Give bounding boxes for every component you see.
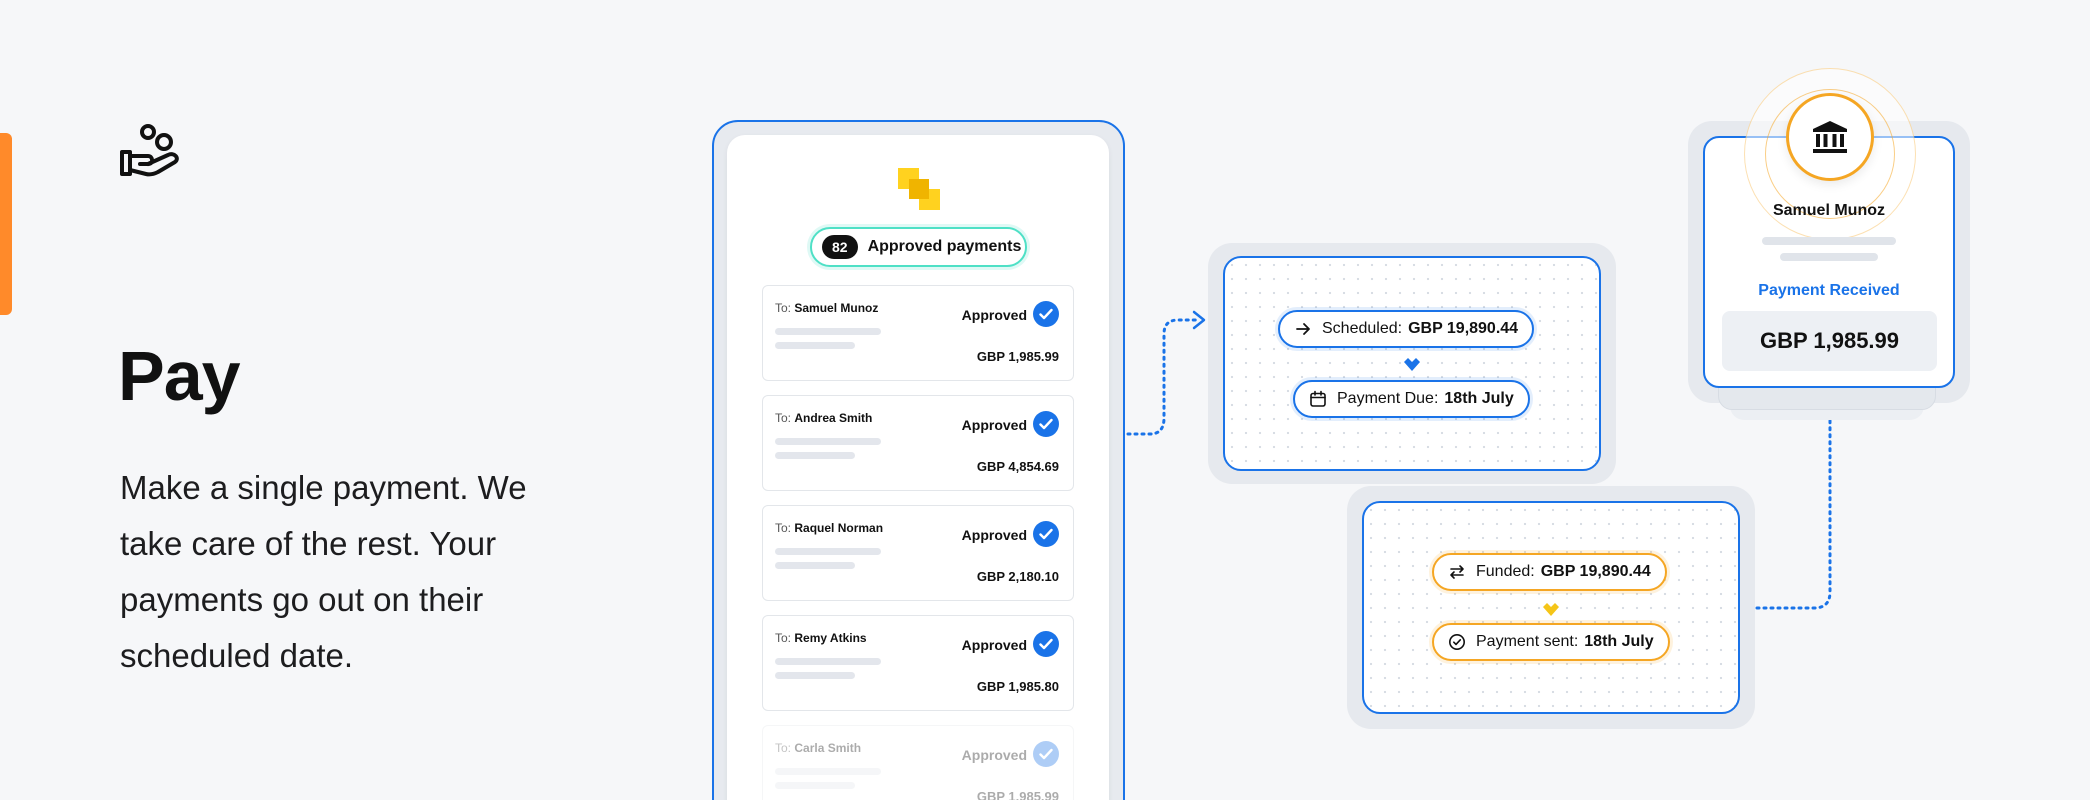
check-icon	[1033, 521, 1059, 547]
section-title: Pay	[118, 337, 241, 415]
funded-value: GBP 19,890.44	[1540, 563, 1651, 580]
bank-icon	[1813, 121, 1847, 153]
calendar-icon	[1310, 390, 1326, 407]
check-circle-icon	[1449, 634, 1465, 650]
recipient-name: Remy Atkins	[794, 631, 867, 645]
payment-recipient: To: Carla Smith	[775, 741, 861, 755]
receiver-name: Samuel Munoz	[1772, 202, 1885, 219]
payment-status: Approved	[961, 307, 1027, 323]
payment-sent-value: 18th July	[1584, 633, 1654, 650]
approved-count-badge: 82	[822, 235, 858, 259]
placeholder-line	[775, 658, 881, 665]
placeholder-line	[775, 452, 855, 459]
placeholder-line	[775, 768, 881, 775]
payment-status: Approved	[961, 637, 1027, 653]
approved-payments-label: Approved payments	[867, 238, 1022, 255]
payment-recipient: To: Samuel Munoz	[775, 301, 878, 315]
payment-card[interactable]: To: Andrea Smith Approved GBP 4,854.69	[762, 395, 1074, 491]
approved-payments-pill[interactable]: 82 Approved payments	[810, 227, 1027, 267]
funded-label: Funded:	[1476, 563, 1535, 580]
check-icon	[1033, 411, 1059, 437]
to-prefix: To:	[775, 411, 792, 425]
placeholder-line	[775, 438, 881, 445]
placeholder-line	[775, 342, 855, 349]
payment-sent-tag: Payment sent: 18th July	[1432, 623, 1670, 661]
placeholder-line	[775, 782, 855, 789]
placeholder-line	[1762, 237, 1896, 245]
check-icon	[1033, 631, 1059, 657]
swap-arrows-icon	[1450, 565, 1464, 579]
check-icon	[1033, 741, 1059, 767]
to-prefix: To:	[775, 521, 792, 535]
payment-status: Approved	[961, 527, 1027, 543]
payment-received-status: Payment Received	[1758, 282, 1900, 299]
check-icon	[1033, 301, 1059, 327]
recipient-name: Raquel Norman	[794, 521, 884, 535]
payment-card[interactable]: To: Raquel Norman Approved GBP 2,180.10	[762, 505, 1074, 601]
payment-card[interactable]: To: Carla Smith Approved GBP 1,985.99	[762, 725, 1074, 800]
payment-due-tag: Payment Due: 18th July	[1293, 380, 1530, 418]
payment-card[interactable]: To: Remy Atkins Approved GBP 1,985.80	[762, 615, 1074, 711]
heart-chevron-icon	[1404, 358, 1420, 371]
to-prefix: To:	[775, 741, 792, 755]
section-accent-bar	[0, 133, 12, 315]
scheduled-label: Scheduled:	[1322, 320, 1403, 337]
payment-sent-label: Payment sent:	[1476, 633, 1579, 650]
arrow-right-icon	[1296, 323, 1310, 335]
payment-amount: GBP 1,985.80	[976, 679, 1059, 694]
funded-tag: Funded: GBP 19,890.44	[1432, 553, 1667, 591]
payment-due-value: 18th July	[1444, 390, 1514, 407]
payment-status: Approved	[961, 417, 1027, 433]
payment-recipient: To: Andrea Smith	[775, 411, 872, 425]
payment-amount: GBP 4,854.69	[976, 459, 1059, 474]
placeholder-line	[775, 548, 881, 555]
recipient-name: Andrea Smith	[794, 411, 873, 425]
heart-chevron-icon	[1543, 603, 1559, 616]
recipient-name: Carla Smith	[794, 741, 862, 755]
to-prefix: To:	[775, 301, 792, 315]
payment-status: Approved	[961, 747, 1027, 763]
payment-card[interactable]: To: Samuel Munoz Approved GBP 1,985.99	[762, 285, 1074, 381]
payment-due-label: Payment Due:	[1337, 390, 1439, 407]
received-amount: GBP 1,985.99	[1722, 311, 1937, 371]
payment-amount: GBP 1,985.99	[976, 349, 1059, 364]
hand-coins-icon	[120, 124, 179, 177]
payment-recipient: To: Remy Atkins	[775, 631, 867, 645]
placeholder-line	[1780, 253, 1878, 261]
yellow-squares-logo	[898, 168, 940, 210]
recipient-name: Samuel Munoz	[794, 301, 879, 315]
payment-amount: GBP 2,180.10	[976, 569, 1059, 584]
payment-recipient: To: Raquel Norman	[775, 521, 883, 535]
section-description: Make a single payment. We take care of t…	[120, 469, 527, 674]
payment-amount: GBP 1,985.99	[976, 789, 1059, 800]
placeholder-line	[775, 672, 855, 679]
scheduled-tag: Scheduled: GBP 19,890.44	[1278, 310, 1535, 348]
bank-badge	[1786, 93, 1874, 181]
placeholder-line	[775, 562, 855, 569]
to-prefix: To:	[775, 631, 792, 645]
placeholder-line	[775, 328, 881, 335]
scheduled-value: GBP 19,890.44	[1408, 320, 1519, 337]
